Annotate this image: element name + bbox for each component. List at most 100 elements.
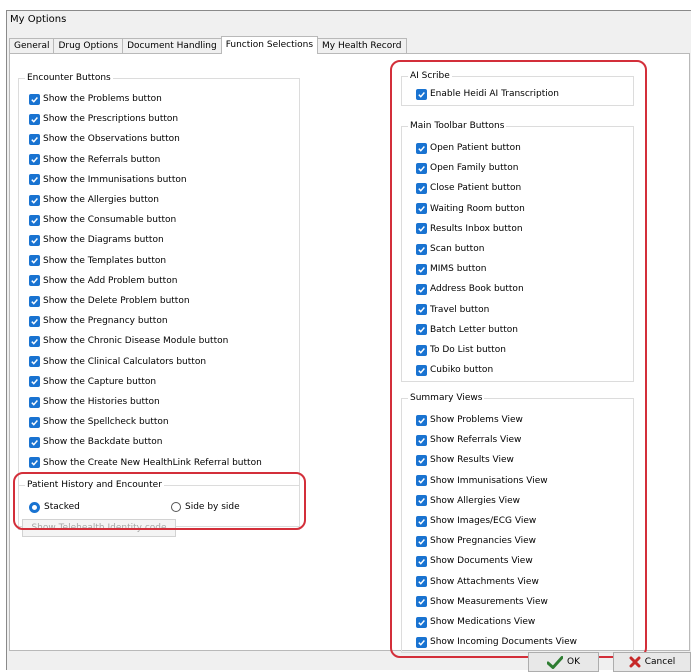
checkbox-label: MIMS button [430, 264, 487, 275]
checkbox-encounter-18[interactable]: Show the Create New HealthLink Referral … [29, 456, 262, 470]
checkbox-toolbar-3[interactable]: Waiting Room button [416, 202, 525, 216]
checkbox-summary-2[interactable]: Show Results View [416, 453, 514, 467]
checkbox-toolbar-5[interactable]: Scan button [416, 242, 484, 256]
radio-unselected-icon [171, 502, 181, 512]
tab-my-health-record[interactable]: My Health Record [317, 38, 407, 53]
checkbox-summary-6[interactable]: Show Pregnancies View [416, 534, 536, 548]
checkbox-checked-icon [416, 88, 427, 100]
checkbox-label: Show the Create New HealthLink Referral … [43, 457, 262, 468]
checkbox-checked-icon [29, 214, 40, 226]
checkbox-encounter-12[interactable]: Show the Chronic Disease Module button [29, 334, 228, 348]
checkbox-checked-icon [29, 416, 40, 428]
checkbox-toolbar-7[interactable]: Address Book button [416, 282, 524, 296]
tab-function-selections[interactable]: Function Selections [220, 36, 319, 54]
checkbox-summary-7[interactable]: Show Documents View [416, 554, 533, 568]
tab-drug-options[interactable]: Drug Options [53, 38, 124, 53]
checkbox-label: Show the Templates button [43, 255, 167, 266]
checkbox-encounter-15[interactable]: Show the Histories button [29, 395, 160, 409]
checkbox-checked-icon [416, 515, 427, 527]
main-toolbar-legend: Main Toolbar Buttons [408, 120, 507, 132]
summary-views-legend: Summary Views [408, 392, 485, 404]
checkbox-encounter-1[interactable]: Show the Prescriptions button [29, 112, 178, 126]
checkbox-label: Show the Consumable button [43, 215, 177, 226]
telehealth-identity-button[interactable]: Show Telehealth Identity code [22, 519, 176, 537]
checkbox-label: Show the Pregnancy button [43, 316, 168, 327]
checkbox-toolbar-4[interactable]: Results Inbox button [416, 222, 523, 236]
checkbox-encounter-4[interactable]: Show the Immunisations button [29, 173, 187, 187]
checkbox-label: To Do List button [430, 345, 506, 355]
ai-scribe-legend: AI Scribe [408, 70, 452, 82]
checkbox-label: Show the Observations button [43, 134, 180, 145]
checkbox-encounter-6[interactable]: Show the Consumable button [29, 213, 176, 227]
radio-side-by-side[interactable]: Side by side [171, 500, 240, 514]
checkbox-checked-icon [416, 475, 427, 487]
checkbox-label: Show Results View [430, 455, 514, 466]
checkbox-label: Show Problems View [430, 415, 523, 425]
checkbox-checked-icon [416, 182, 427, 194]
checkbox-checked-icon [416, 142, 427, 154]
checkbox-label: Show the Referrals button [43, 154, 161, 165]
checkbox-summary-10[interactable]: Show Medications View [416, 615, 535, 629]
checkbox-checked-icon [29, 234, 40, 246]
tab-general[interactable]: General [9, 38, 55, 53]
checkbox-toolbar-8[interactable]: Travel button [416, 303, 489, 317]
options-window: My Options General Drug Options Document… [6, 10, 691, 670]
checkbox-summary-4[interactable]: Show Allergies View [416, 494, 520, 508]
checkbox-encounter-11[interactable]: Show the Pregnancy button [29, 314, 168, 328]
checkbox-toolbar-9[interactable]: Batch Letter button [416, 323, 518, 337]
checkbox-label: Show Measurements View [430, 596, 548, 607]
checkbox-encounter-7[interactable]: Show the Diagrams button [29, 233, 164, 247]
checkbox-toolbar-10[interactable]: To Do List button [416, 343, 506, 357]
checkbox-toolbar-0[interactable]: Open Patient button [416, 141, 521, 155]
checkbox-encounter-5[interactable]: Show the Allergies button [29, 193, 159, 207]
checkbox-checked-icon [29, 356, 40, 368]
checkbox-label: Show Attachments View [430, 576, 539, 587]
checkbox-checked-icon [416, 364, 427, 376]
checkbox-encounter-13[interactable]: Show the Clinical Calculators button [29, 355, 206, 369]
checkbox-label: Show Incoming Documents View [430, 637, 578, 648]
checkbox-checked-icon [416, 223, 427, 235]
checkbox-label: Results Inbox button [430, 223, 523, 234]
window-title: My Options [10, 14, 67, 25]
checkbox-label: Show the Add Problem button [43, 275, 178, 286]
checkbox-checked-icon [416, 414, 427, 426]
checkbox-encounter-14[interactable]: Show the Capture button [29, 375, 156, 389]
checkbox-toolbar-2[interactable]: Close Patient button [416, 181, 521, 195]
tab-document-handling[interactable]: Document Handling [122, 38, 222, 53]
checkbox-checked-icon [416, 495, 427, 507]
checkbox-label: Show the Diagrams button [43, 235, 164, 246]
checkbox-label: Address Book button [430, 284, 524, 295]
checkbox-summary-9[interactable]: Show Measurements View [416, 595, 548, 609]
checkbox-checked-icon [29, 457, 40, 469]
radio-stacked[interactable]: Stacked [29, 500, 80, 514]
checkbox-summary-11[interactable]: Show Incoming Documents View [416, 635, 577, 649]
checkbox-toolbar-6[interactable]: MIMS button [416, 262, 486, 276]
checkbox-summary-1[interactable]: Show Referrals View [416, 433, 521, 447]
ok-label: OK [567, 657, 580, 667]
checkbox-label: Show Documents View [430, 556, 533, 567]
checkbox-encounter-8[interactable]: Show the Templates button [29, 254, 166, 268]
checkbox-label: Show Referrals View [430, 435, 522, 446]
checkbox-summary-0[interactable]: Show Problems View [416, 413, 523, 427]
checkbox-checked-icon [416, 555, 427, 567]
checkbox-summary-3[interactable]: Show Immunisations View [416, 474, 548, 488]
checkbox-toolbar-1[interactable]: Open Family button [416, 161, 518, 175]
cancel-button[interactable]: Cancel [613, 652, 691, 672]
checkbox-encounter-2[interactable]: Show the Observations button [29, 132, 180, 146]
checkbox-label: Show the Prescriptions button [43, 114, 179, 125]
checkbox-toolbar-11[interactable]: Cubiko button [416, 363, 493, 377]
checkbox-label: Cubiko button [430, 365, 494, 376]
checkbox-summary-8[interactable]: Show Attachments View [416, 575, 539, 589]
checkbox-ai_scribe-0[interactable]: Enable Heidi AI Transcription [416, 87, 559, 101]
checkbox-label: Waiting Room button [430, 203, 525, 214]
ok-button[interactable]: OK [528, 652, 599, 672]
checkbox-encounter-0[interactable]: Show the Problems button [29, 92, 162, 106]
checkbox-encounter-10[interactable]: Show the Delete Problem button [29, 294, 190, 308]
checkbox-summary-5[interactable]: Show Images/ECG View [416, 514, 536, 528]
checkbox-encounter-17[interactable]: Show the Backdate button [29, 435, 162, 449]
radio-stacked-label: Stacked [44, 502, 80, 512]
checkbox-label: Show the Clinical Calculators button [43, 356, 207, 367]
checkbox-encounter-3[interactable]: Show the Referrals button [29, 153, 160, 167]
checkbox-encounter-16[interactable]: Show the Spellcheck button [29, 415, 169, 429]
checkbox-encounter-9[interactable]: Show the Add Problem button [29, 274, 177, 288]
